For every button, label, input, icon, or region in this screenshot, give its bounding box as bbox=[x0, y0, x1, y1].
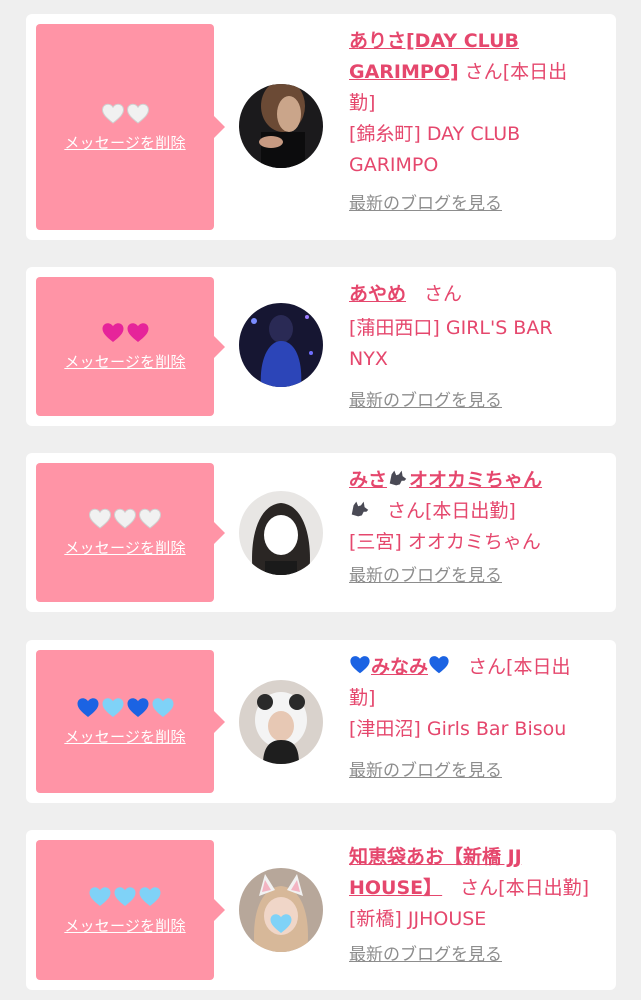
avatar[interactable] bbox=[239, 303, 323, 387]
white-heart-icon bbox=[114, 508, 136, 529]
honorific: さん bbox=[424, 283, 463, 305]
latest-blog-link[interactable]: 最新のブログを見る bbox=[349, 941, 502, 969]
message-card: メッセージを削除 知恵袋あお【新橋 JJ HOUSE】 さん[本日出勤] [新橋]… bbox=[26, 830, 616, 990]
latest-blog-link[interactable]: 最新のブログを見る bbox=[349, 387, 502, 415]
member-name[interactable]: みなみ bbox=[349, 656, 450, 678]
delete-message-link[interactable]: メッセージを削除 bbox=[64, 915, 185, 936]
delete-message-link[interactable]: メッセージを削除 bbox=[64, 537, 185, 558]
blue-heart-icon bbox=[77, 698, 98, 717]
delete-panel[interactable]: メッセージを削除 bbox=[36, 840, 225, 980]
message-list: メッセージを削除 ありさ[DAY CLUB GARIMPO] さん[本日出 勤] … bbox=[0, 0, 641, 1000]
white-heart-icon bbox=[101, 103, 124, 123]
work-status: [本日出勤] bbox=[498, 877, 589, 899]
delete-panel[interactable]: メッセージを削除 bbox=[36, 463, 225, 602]
honorific: さん bbox=[387, 500, 426, 522]
work-status: [本日出 bbox=[506, 656, 571, 678]
shop-name: [三宮] オオカミちゃん bbox=[349, 531, 541, 553]
work-status-cont: 勤] bbox=[349, 687, 376, 709]
member-name[interactable]: あやめ bbox=[349, 283, 406, 305]
blue-heart-icon bbox=[127, 698, 148, 717]
avatar[interactable] bbox=[239, 491, 323, 575]
member-name-cont[interactable]: HOUSE】 bbox=[349, 877, 442, 899]
white-heart-icon bbox=[89, 508, 111, 529]
delete-message-link[interactable]: メッセージを削除 bbox=[64, 132, 185, 153]
card-info: みなみ さん[本日出 勤] [津田沼] Girls Bar Bisou 最新のブロ… bbox=[349, 652, 606, 785]
light-blue-heart-icon bbox=[114, 886, 136, 906]
delete-panel[interactable]: メッセージを削除 bbox=[36, 24, 225, 230]
shop-name: [錦糸町] DAY CLUB bbox=[349, 123, 521, 145]
pink-heart-icon bbox=[127, 323, 148, 342]
wolf-icon bbox=[389, 470, 407, 486]
light-blue-heart-icon bbox=[152, 698, 173, 717]
card-info: ありさ[DAY CLUB GARIMPO] さん[本日出 勤] [錦糸町] DAY… bbox=[349, 26, 606, 218]
work-status: [本日出勤] bbox=[425, 500, 516, 522]
honorific: さん bbox=[468, 656, 507, 678]
heart-rating bbox=[101, 321, 150, 345]
heart-rating bbox=[76, 696, 175, 720]
message-card: メッセージを削除 みさ オオカミちゃん さん[本日出勤] [三宮] オオカミちゃん… bbox=[26, 453, 616, 612]
delete-message-link[interactable]: メッセージを削除 bbox=[64, 351, 185, 372]
delete-panel[interactable]: メッセージを削除 bbox=[36, 277, 225, 416]
work-status-cont: 勤] bbox=[349, 92, 376, 114]
heart-rating bbox=[101, 102, 150, 126]
blue-heart-icon bbox=[350, 656, 370, 674]
avatar[interactable] bbox=[239, 84, 323, 168]
white-heart-icon bbox=[139, 508, 161, 529]
latest-blog-link[interactable]: 最新のブログを見る bbox=[349, 190, 502, 218]
heart-rating bbox=[88, 885, 162, 909]
light-blue-heart-icon bbox=[102, 698, 123, 717]
work-status: [本日出 bbox=[502, 61, 568, 83]
heart-rating bbox=[88, 507, 162, 531]
honorific: さん bbox=[460, 877, 499, 899]
card-info: あやめ さん [蒲田西口] GIRL'S BAR NYX 最新のブログを見る bbox=[349, 279, 606, 415]
honorific: さん bbox=[464, 61, 503, 83]
card-info: みさ オオカミちゃん さん[本日出勤] [三宮] オオカミちゃん 最新のブログを見… bbox=[349, 465, 606, 590]
shop-name: [津田沼] Girls Bar Bisou bbox=[349, 718, 567, 740]
member-name-cont[interactable]: GARIMPO] bbox=[349, 61, 459, 83]
pink-heart-icon bbox=[102, 323, 123, 342]
latest-blog-link[interactable]: 最新のブログを見る bbox=[349, 562, 502, 590]
blue-heart-icon bbox=[429, 656, 449, 674]
shop-name-cont: GARIMPO bbox=[349, 154, 439, 176]
shop-name-cont: NYX bbox=[349, 348, 388, 370]
member-name[interactable]: みさ オオカミちゃん bbox=[349, 469, 542, 491]
delete-panel[interactable]: メッセージを削除 bbox=[36, 650, 225, 793]
shop-name: [蒲田西口] GIRL'S BAR bbox=[349, 317, 553, 339]
message-card: メッセージを削除 みなみ さん[本日出 勤] [津田沼] Girls Bar Bi… bbox=[26, 640, 616, 803]
avatar[interactable] bbox=[239, 680, 323, 764]
message-card: メッセージを削除 ありさ[DAY CLUB GARIMPO] さん[本日出 勤] … bbox=[26, 14, 616, 240]
light-blue-heart-icon bbox=[139, 886, 161, 906]
delete-message-link[interactable]: メッセージを削除 bbox=[64, 726, 185, 747]
member-name[interactable]: 知恵袋あお【新橋 JJ bbox=[349, 846, 522, 868]
latest-blog-link[interactable]: 最新のブログを見る bbox=[349, 757, 502, 785]
white-heart-icon bbox=[126, 103, 149, 123]
card-info: 知恵袋あお【新橋 JJ HOUSE】 さん[本日出勤] [新橋] JJHOUSE … bbox=[349, 842, 606, 969]
shop-name: [新橋] JJHOUSE bbox=[349, 908, 487, 930]
wolf-icon bbox=[351, 501, 369, 517]
member-name[interactable]: ありさ[DAY CLUB bbox=[349, 30, 519, 52]
avatar[interactable] bbox=[239, 868, 323, 952]
light-blue-heart-icon bbox=[89, 886, 111, 906]
message-card: メッセージを削除 あやめ さん [蒲田西口] GIRL'S BAR NYX 最新の… bbox=[26, 267, 616, 426]
